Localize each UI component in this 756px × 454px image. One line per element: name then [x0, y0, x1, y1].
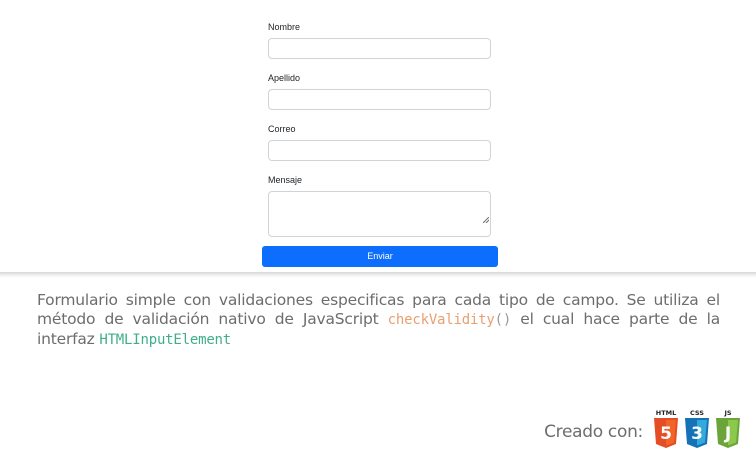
nombre-label: Nombre [268, 22, 301, 32]
css3-shield-icon: 3 [685, 418, 709, 448]
css3-glyph: 3 [691, 424, 703, 444]
apellido-label: Apellido [268, 73, 301, 83]
checkvalidity-parens: () [494, 312, 512, 328]
html5-caption: HTML [655, 409, 677, 417]
css3-logo-icon: CSS 3 [683, 409, 711, 448]
html5-glyph: 5 [660, 424, 672, 444]
css3-caption: CSS [690, 409, 704, 417]
javascript-shield-icon: J [716, 418, 740, 448]
resize-grip-icon[interactable] [483, 217, 489, 223]
mensaje-textarea[interactable] [268, 191, 491, 237]
credits-label: Creado con: [544, 422, 643, 442]
htmlinputelement-code: HTMLInputElement [99, 332, 232, 348]
javascript-caption: JS [724, 409, 732, 417]
nombre-input[interactable] [268, 38, 491, 59]
javascript-logo-icon: JS J [714, 409, 742, 448]
preview-divider [0, 272, 756, 278]
correo-input[interactable] [268, 140, 491, 161]
javascript-glyph: J [724, 424, 731, 444]
html5-shield-icon: 5 [654, 418, 678, 448]
checkvalidity-code: checkValidity [387, 312, 495, 328]
enviar-button[interactable]: Enviar [262, 246, 498, 267]
mensaje-label: Mensaje [268, 175, 303, 185]
credits: Creado con: HTML 5 CSS 3 JS J [544, 404, 742, 448]
correo-label: Correo [268, 124, 296, 134]
contact-form: Nombre Apellido Correo Mensaje Enviar [262, 22, 498, 267]
html5-logo-icon: HTML 5 [652, 409, 680, 448]
apellido-input[interactable] [268, 89, 491, 110]
project-description: Formulario simple con validaciones espec… [37, 291, 720, 350]
form-preview: Nombre Apellido Correo Mensaje Enviar [0, 0, 756, 272]
